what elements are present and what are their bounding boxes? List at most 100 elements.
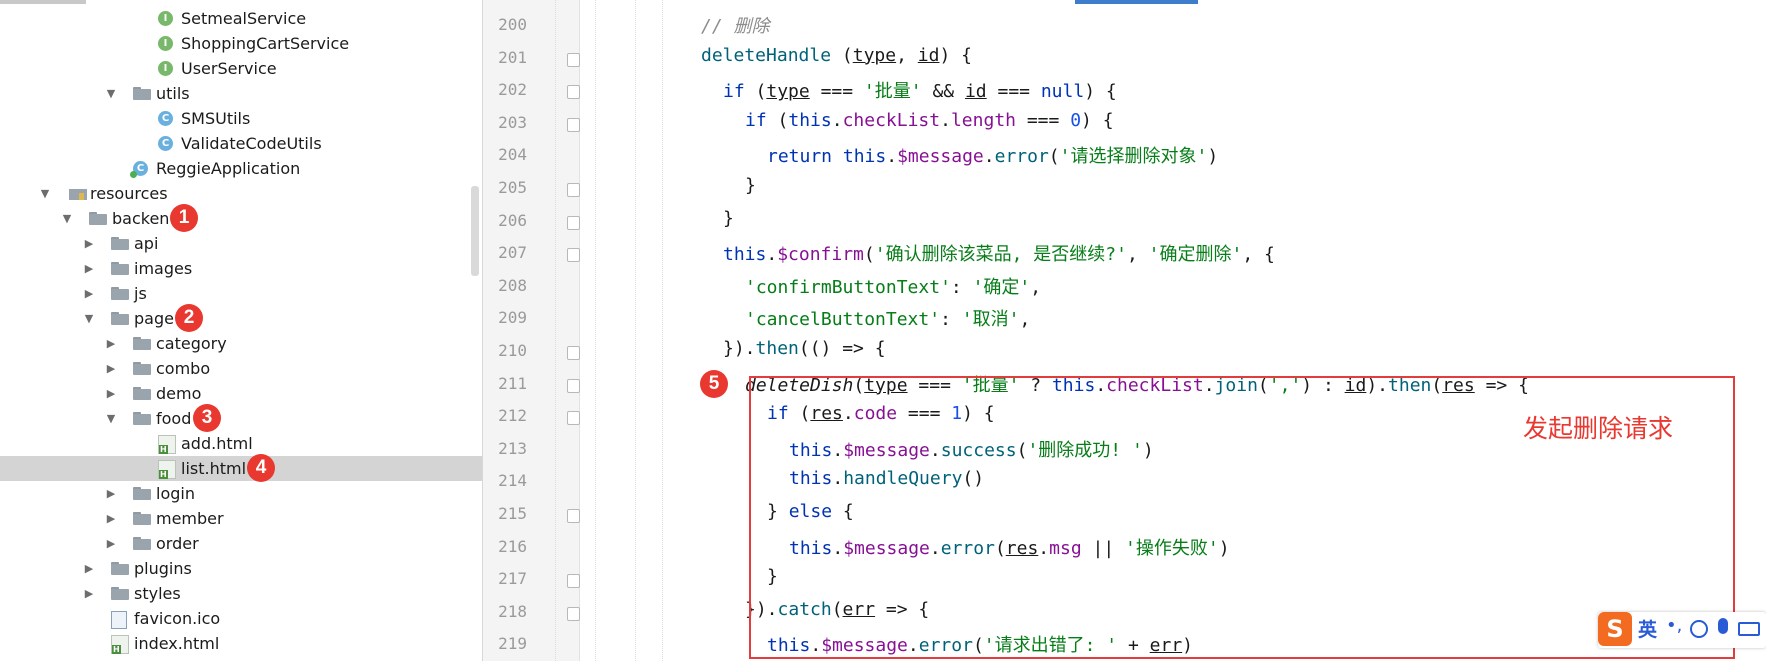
fold-marker-icon[interactable] (567, 574, 580, 589)
tree-item[interactable]: index.html (0, 631, 482, 656)
expand-arrow-icon[interactable]: ▼ (104, 406, 118, 431)
tree-item[interactable]: ▼ backend (0, 206, 482, 231)
collapse-arrow-icon[interactable]: ▶ (82, 581, 96, 606)
collapse-arrow-icon[interactable]: ▶ (104, 481, 118, 506)
keyboard-icon[interactable] (1738, 622, 1760, 636)
code-token: '请选择删除对象' (1059, 146, 1208, 168)
fold-marker-icon[interactable] (567, 117, 580, 132)
expand-arrow-icon[interactable]: ▼ (82, 306, 96, 331)
code-line[interactable]: deleteHandle (type, id) { (701, 45, 1766, 66)
fold-marker-icon[interactable] (567, 183, 580, 197)
code-line[interactable]: } (723, 208, 1766, 229)
ime-mode-toggle[interactable]: 英 (1638, 615, 1657, 642)
code-token: id (964, 81, 987, 103)
code-line[interactable]: 'cancelButtonText': '取消', (745, 305, 1766, 331)
tree-item[interactable]: favicon.ico (0, 606, 482, 631)
tree-item[interactable]: ▶ member (0, 506, 482, 531)
code-token: deleteHandle (701, 44, 832, 66)
code-line[interactable]: // 删除 (701, 12, 1766, 38)
emoji-icon[interactable] (1690, 620, 1708, 638)
indent-guide (635, 0, 636, 661)
tree-item[interactable]: I UserService (0, 56, 482, 81)
fold-marker-icon[interactable] (567, 215, 580, 230)
fold-marker-icon[interactable] (567, 52, 580, 67)
tree-item-label: favicon.ico (134, 609, 221, 628)
code-line[interactable]: return this.$message.error('请选择删除对象') (767, 142, 1766, 168)
folder-icon (133, 87, 151, 100)
sogou-logo-icon[interactable]: S (1598, 612, 1632, 646)
fold-marker-icon[interactable] (567, 248, 580, 263)
tree-item[interactable]: ▼ resources (0, 181, 482, 206)
code-token: ( (766, 109, 789, 131)
code-editor[interactable]: 200 201 202 203 204 205 206 207 208 209 210 211 212 2… (483, 0, 1766, 661)
tree-item[interactable]: add.html (0, 431, 482, 456)
tree-item[interactable]: ▶ category (0, 331, 482, 356)
code-token: } (745, 175, 756, 196)
html-file-icon (111, 635, 129, 654)
code-line[interactable]: }).then(() => { (723, 338, 1766, 359)
collapse-arrow-icon[interactable]: ▶ (82, 256, 96, 281)
code-token: '确定' (972, 276, 1031, 298)
code-token: null (1040, 81, 1085, 103)
fold-marker-icon[interactable] (567, 509, 580, 523)
collapse-arrow-icon[interactable]: ▶ (104, 356, 118, 381)
tree-item[interactable]: list.html (0, 456, 482, 481)
tree-item-label: ValidateCodeUtils (181, 134, 322, 153)
tree-item[interactable]: ▶ combo (0, 356, 482, 381)
tree-scrollbar[interactable] (471, 186, 479, 276)
tree-item[interactable]: ▼ food (0, 406, 482, 431)
tree-item[interactable]: C SMSUtils (0, 106, 482, 131)
fold-marker-icon[interactable] (567, 346, 580, 360)
tree-item[interactable]: ▶ js (0, 281, 482, 306)
expand-arrow-icon[interactable]: ▼ (104, 81, 118, 106)
code-line[interactable]: if (type === '批量' && id === null) { (723, 77, 1766, 103)
ime-toolbar[interactable]: S 英 •, (1598, 612, 1766, 648)
microphone-icon[interactable] (1718, 618, 1728, 634)
collapse-arrow-icon[interactable]: ▶ (82, 556, 96, 581)
collapse-arrow-icon[interactable]: ▶ (104, 381, 118, 406)
tree-item[interactable]: C ValidateCodeUtils (0, 131, 482, 156)
tree-item[interactable]: I ShoppingCartService (0, 31, 482, 56)
ime-punctuation-toggle[interactable]: •, (1666, 615, 1682, 636)
collapse-arrow-icon[interactable]: ▶ (82, 231, 96, 256)
code-line[interactable]: 'confirmButtonText': '确定', (745, 273, 1766, 299)
expand-arrow-icon[interactable]: ▼ (38, 181, 52, 206)
fold-marker-icon[interactable] (567, 606, 580, 621)
code-line[interactable]: this.$confirm('确认删除该菜品, 是否继续?', '确定删除', … (723, 240, 1766, 266)
code-token: '确认删除该菜品, 是否继续?' (874, 244, 1127, 266)
code-token: , (1126, 244, 1149, 266)
tree-item[interactable]: ▼ page (0, 306, 482, 331)
project-tree: I SetmealService I ShoppingCartService I User… (0, 0, 482, 661)
tree-item-label: SetmealService (181, 9, 307, 28)
tree-item-label: ReggieApplication (156, 159, 301, 178)
code-token: ( (744, 81, 767, 103)
code-token: === (1016, 109, 1071, 131)
folder-icon (133, 512, 151, 525)
fold-marker-icon[interactable] (567, 411, 580, 426)
tree-item-label: demo (156, 384, 202, 403)
tree-item[interactable]: ▶ plugins (0, 556, 482, 581)
code-token: '批量' (863, 81, 922, 103)
expand-arrow-icon[interactable]: ▼ (60, 206, 74, 231)
collapse-arrow-icon[interactable]: ▶ (104, 506, 118, 531)
tree-item[interactable]: ▶ login (0, 481, 482, 506)
code-line[interactable]: } (745, 175, 1766, 196)
tree-item[interactable]: C ReggieApplication (0, 156, 482, 181)
collapse-arrow-icon[interactable]: ▶ (104, 331, 118, 356)
code-token: . (940, 109, 951, 131)
collapse-arrow-icon[interactable]: ▶ (82, 281, 96, 306)
tree-item[interactable]: ▶ demo (0, 381, 482, 406)
code-line[interactable]: if (this.checkList.length === 0) { (745, 110, 1766, 131)
tree-item[interactable]: ▶ order (0, 531, 482, 556)
tree-item[interactable]: I SetmealService (0, 6, 482, 31)
tree-item[interactable]: ▶ images (0, 256, 482, 281)
collapse-arrow-icon[interactable]: ▶ (104, 531, 118, 556)
tree-item[interactable]: ▶ styles (0, 581, 482, 606)
line-number: 213 (498, 438, 527, 458)
tree-item[interactable]: ▶ api (0, 231, 482, 256)
tree-item-label: resources (90, 184, 168, 203)
fold-marker-icon[interactable] (567, 85, 580, 100)
fold-marker-icon[interactable] (567, 378, 580, 393)
annotation-text: 发起删除请求 (1523, 414, 1674, 443)
tree-item[interactable]: ▼ utils (0, 81, 482, 106)
